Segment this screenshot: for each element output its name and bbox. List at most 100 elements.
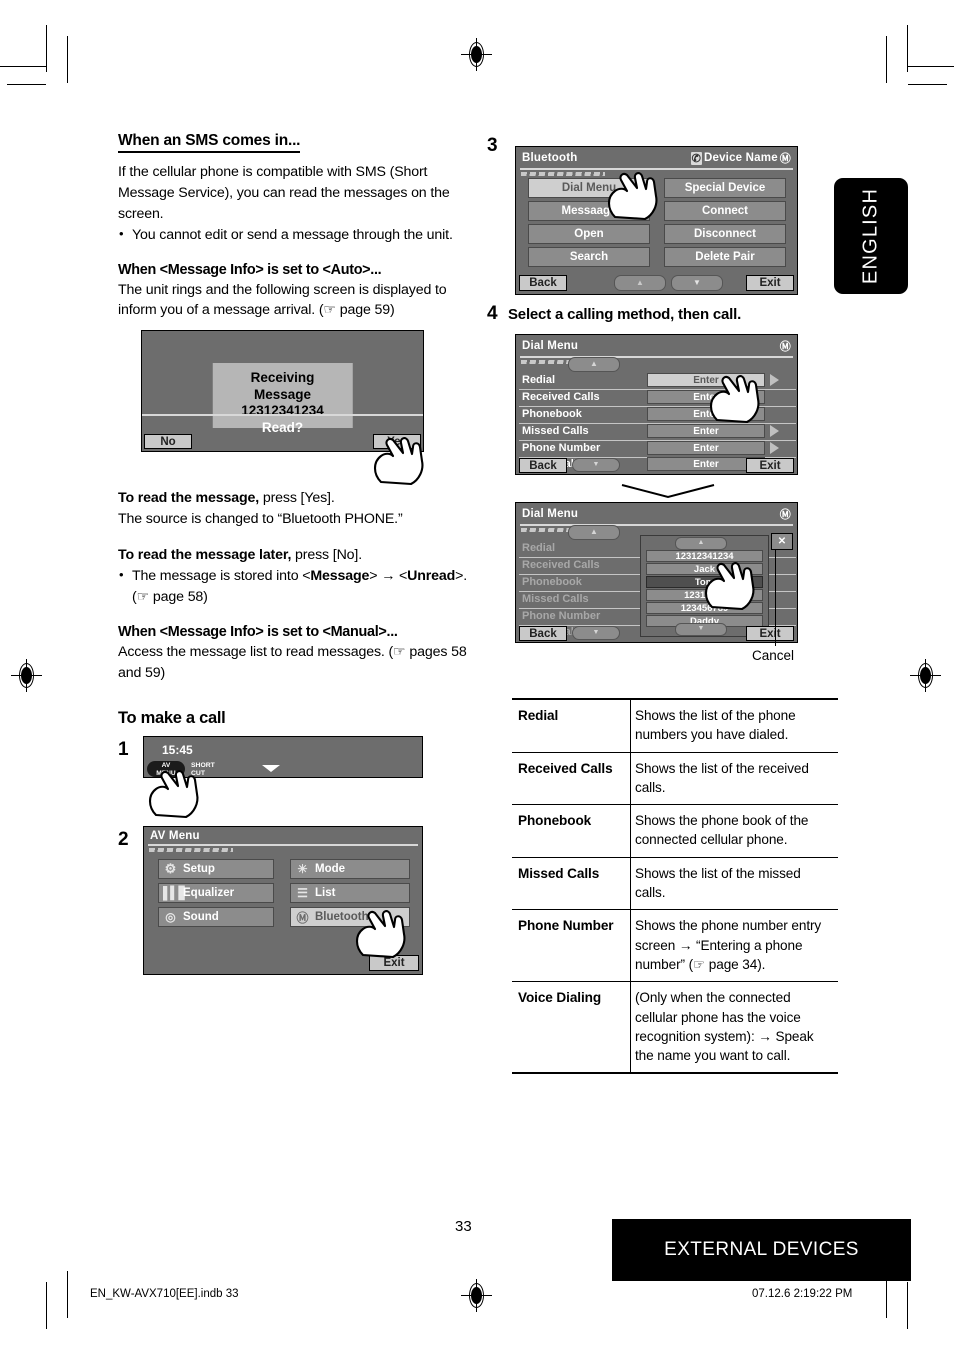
av-menu-item-label: Sound [183, 911, 219, 924]
enter-button[interactable]: Enter [647, 390, 765, 404]
table-row: Missed Calls Shows the list of the misse… [512, 857, 838, 911]
function-table: Redial Shows the list of the phone numbe… [512, 697, 838, 1075]
av-menu-item-setup[interactable]: ⚙ Setup [158, 859, 274, 880]
make-call-heading: To make a call [118, 709, 226, 728]
dial-menu-list-titlebar: Dial Menu Ⓜ [516, 503, 797, 524]
dial-menu-titlebar: Dial Menu Ⓜ [516, 335, 797, 356]
exit-button[interactable]: Exit [746, 458, 794, 473]
dial-menu-row-label: Phonebook [522, 576, 582, 588]
registration-mark-top [461, 38, 492, 71]
scroll-up-button[interactable]: ▲ [614, 275, 666, 291]
dial-menu-list-screen: Dial Menu Ⓜ ▲ Redial Received Calls Phon… [515, 502, 798, 643]
read-prompt: Read? [261, 420, 304, 436]
table-cell-desc: Shows the list of the phone numbers you … [630, 697, 838, 753]
auto-heading: When <Message Info> is set to <Auto>... [118, 261, 382, 278]
shortcut-button[interactable]: SHORT CUT [191, 762, 215, 777]
av-menu-item-mode[interactable]: ☀ Mode [290, 859, 410, 880]
contact-list-item[interactable]: 12312341234 [646, 550, 763, 562]
exit-button[interactable]: Exit [746, 626, 794, 641]
bluetooth-item-message[interactable]: Messaage [528, 201, 650, 221]
table-row: Phonebook Shows the phone book of the co… [512, 804, 838, 858]
step-4-text: Select a calling method, then call. [508, 306, 742, 323]
scroll-down-button[interactable]: ▼ [572, 458, 620, 472]
enter-button[interactable]: Enter [647, 441, 765, 455]
read-message-rest: press [Yes]. [259, 490, 335, 507]
enter-button[interactable]: Enter [647, 424, 765, 438]
bluetooth-screen: Bluetooth ✆ Device Name Ⓜ Dial Menu Mess… [515, 146, 798, 295]
language-tab-label: ENGLISH [859, 187, 882, 285]
bluetooth-title: Bluetooth [522, 152, 578, 164]
yes-button[interactable]: Yes [373, 434, 421, 450]
right-column: 3 Bluetooth ✆ Device Name Ⓜ Dial Menu Me… [487, 132, 838, 1075]
read-later-rest: press [No]. [291, 547, 363, 563]
bluetooth-icon: Ⓜ [779, 341, 791, 353]
chevron-right-icon [770, 442, 779, 454]
crop-mark [886, 36, 887, 83]
bullet-part-1: The message is stored into < [132, 567, 311, 584]
contact-list-item[interactable]: 123456789 [646, 602, 763, 614]
bluetooth-item-disconnect[interactable]: Disconnect [664, 224, 786, 244]
av-menu-item-list[interactable]: ☰ List [290, 883, 410, 904]
bluetooth-item-special-device[interactable]: Special Device [664, 178, 786, 198]
clock-time: 15:45 [162, 743, 193, 758]
clock-screen: 15:45 AV MENU SHORT CUT [143, 736, 423, 779]
no-button[interactable]: No [144, 434, 192, 450]
table-cell-desc: Shows the phone book of the connected ce… [630, 804, 838, 858]
dial-menu-row-label: Redial [522, 542, 556, 554]
av-menu-item-equalizer[interactable]: ▌▍▋ Equalizer [158, 883, 274, 904]
scroll-up-button[interactable]: ▲ [568, 525, 620, 540]
bluetooth-item-search[interactable]: Search [528, 247, 650, 267]
bluetooth-icon: Ⓜ [296, 910, 309, 925]
av-menu-item-bluetooth[interactable]: Ⓜ Bluetooth [290, 907, 410, 928]
crop-mark [907, 25, 908, 72]
dial-menu-row[interactable]: Received Calls Enter [519, 390, 796, 407]
read-later-bullet-list: The message is stored into <Message> → <… [118, 565, 470, 608]
dial-menu-screen: Dial Menu Ⓜ ▲ Redial Enter Received Call… [515, 334, 798, 475]
dial-menu-row[interactable]: Phone Number Enter [519, 441, 796, 458]
scroll-up-button[interactable]: ▲ [568, 357, 620, 372]
exit-button[interactable]: Exit [746, 275, 794, 291]
exit-button[interactable]: Exit [369, 955, 419, 972]
table-row: Voice Dialing (Only when the connected c… [512, 981, 838, 1075]
chevron-right-icon [770, 374, 779, 386]
dial-menu-row[interactable]: Phonebook Enter [519, 407, 796, 424]
registration-mark-right [910, 659, 941, 692]
sound-icon: ◎ [165, 910, 176, 925]
message-token: Message [310, 567, 370, 584]
table-cell-desc: Shows the list of the missed calls. [630, 857, 838, 911]
crop-mark [46, 25, 47, 72]
language-tab: ENGLISH [834, 178, 908, 294]
read-message-line: To read the message, press [Yes]. [118, 488, 470, 509]
crop-mark [908, 84, 947, 85]
av-menu-button[interactable]: AV MENU [147, 761, 185, 778]
back-button[interactable]: Back [519, 458, 567, 473]
table-cell-key: Phone Number [512, 909, 631, 983]
crop-mark [907, 1282, 908, 1329]
contact-list-item[interactable]: Jack [646, 563, 763, 575]
chevron-down-icon[interactable] [262, 765, 280, 773]
scroll-down-button[interactable]: ▼ [572, 626, 620, 640]
enter-button[interactable]: Enter [647, 407, 765, 421]
footer-timestamp: 07.12.6 2:19:22 PM [752, 1288, 853, 1300]
contact-list-item[interactable]: 12311112 [646, 589, 763, 601]
dial-menu-row[interactable]: Missed Calls Enter [519, 424, 796, 441]
contact-list-item-selected[interactable]: Tom [646, 576, 763, 588]
bluetooth-item-dial-menu[interactable]: Dial Menu [528, 178, 650, 198]
back-button[interactable]: Back [519, 626, 567, 641]
table-cell-key: Received Calls [512, 752, 631, 806]
list-scroll-down-button[interactable]: ▼ [675, 623, 727, 636]
bluetooth-item-open[interactable]: Open [528, 224, 650, 244]
enter-button[interactable]: Enter [647, 373, 765, 387]
dial-menu-row-label: Missed Calls [522, 425, 589, 437]
cancel-close-button[interactable]: ✕ [771, 533, 793, 550]
av-menu-item-sound[interactable]: ◎ Sound [158, 907, 274, 928]
back-button[interactable]: Back [519, 275, 567, 291]
left-column: When an SMS comes in... If the cellular … [118, 132, 470, 994]
mode-icon: ☀ [297, 862, 308, 877]
bluetooth-item-delete-pair[interactable]: Delete Pair [664, 247, 786, 267]
bluetooth-item-connect[interactable]: Connect [664, 201, 786, 221]
list-scroll-up-button[interactable]: ▲ [675, 537, 727, 550]
bluetooth-icon: Ⓜ [779, 153, 791, 165]
dial-menu-row[interactable]: Redial Enter [519, 373, 796, 390]
scroll-down-button[interactable]: ▼ [671, 275, 723, 291]
